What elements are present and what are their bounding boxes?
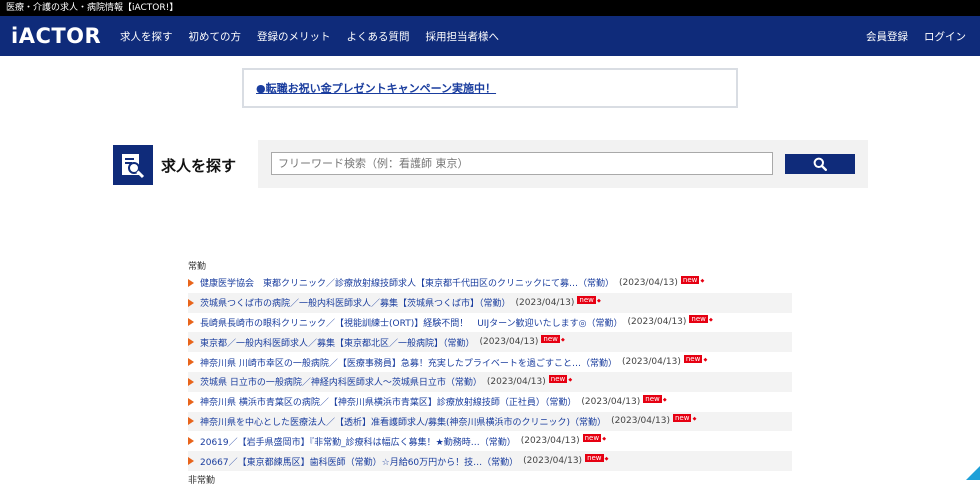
job-row: 長崎県長崎市の眼科クリニック／【視能訓練士(ORT)】経験不問！ UIJターン歓… [188,313,792,333]
search-heading: 求人を探す [113,145,236,185]
arrow-right-icon [188,299,194,307]
job-listing: 常勤 健康医学協会 東都クリニック／診療放射線技師求人【東京都千代田区のクリニッ… [188,261,792,471]
arrow-right-icon [188,318,194,326]
job-date: (2023/04/13) [487,377,546,387]
job-row: 健康医学協会 東都クリニック／診療放射線技師求人【東京都千代田区のクリニックにて… [188,273,792,293]
campaign-banner: ●転職お祝い金プレゼントキャンペーン実施中！ [242,68,738,108]
job-row: 神奈川県を中心とした医療法人／【透析】准看護師求人/募集(神奈川県横浜市のクリニ… [188,412,792,432]
arrow-right-icon [188,437,194,445]
job-date: (2023/04/13) [480,337,539,347]
nav-find-jobs[interactable]: 求人を探す [120,29,173,44]
new-badge: new [681,276,699,284]
job-title-link[interactable]: 茨城県 日立市の一般病院／神経内科医師求人～茨城県日立市（常勤） [200,375,482,388]
new-badge: new [643,395,661,403]
nav-links: 求人を探す 初めての方 登録のメリット よくある質問 採用担当者様へ [120,29,515,44]
job-title-link[interactable]: 茨城県つくば市の病院／一般内科医師求人／募集【茨城県つくば市】（常勤） [200,296,511,309]
job-row: 茨城県 日立市の一般病院／神経内科医師求人～茨城県日立市（常勤） (2023/0… [188,372,792,392]
nav-first-time[interactable]: 初めての方 [189,29,242,44]
new-badge: new [689,315,707,323]
arrow-right-icon [188,417,194,425]
nav-faq[interactable]: よくある質問 [347,29,410,44]
nav-account: 会員登録 ログイン [850,16,966,56]
job-row: 神奈川県 川崎市幸区の一般病院／【医療事務員】急募！充実したプライベートを過ごす… [188,352,792,372]
arrow-right-icon [188,279,194,287]
job-title-link[interactable]: 長崎県長崎市の眼科クリニック／【視能訓練士(ORT)】経験不問！ UIJターン歓… [200,316,623,329]
new-badge: new [577,296,595,304]
job-date: (2023/04/13) [523,456,582,466]
register-link[interactable]: 会員登録 [866,29,908,44]
arrow-right-icon [188,457,194,465]
job-title-link[interactable]: 健康医学協会 東都クリニック／診療放射線技師求人【東京都千代田区のクリニックにて… [200,276,614,289]
job-row: 神奈川県 横浜市青葉区の病院／【神奈川県横浜市青葉区】診療放射線技師（正社員）（… [188,392,792,412]
nav-merits[interactable]: 登録のメリット [257,29,331,44]
search-button[interactable] [785,154,855,174]
new-badge: new [673,414,691,422]
job-title-link[interactable]: 20619／【岩手県盛岡市】『非常勤_診療科は幅広く募集！★勤務時…（常勤） [200,435,516,448]
job-title-link[interactable]: 神奈川県を中心とした医療法人／【透析】准看護師求人/募集(神奈川県横浜市のクリニ… [200,415,606,428]
job-date: (2023/04/13) [622,357,681,367]
job-date: (2023/04/13) [611,416,670,426]
job-row: 20667／【東京都練馬区】歯科医師（常勤）☆月給60万円から！技…（常勤） (… [188,451,792,471]
campaign-link[interactable]: ●転職お祝い金プレゼントキャンペーン実施中！ [256,80,496,96]
new-badge: new [583,434,601,442]
new-badge: new [684,355,702,363]
magnifier-icon [813,157,827,171]
job-date: (2023/04/13) [521,436,580,446]
arrow-right-icon [188,378,194,386]
job-row: 茨城県つくば市の病院／一般内科医師求人／募集【茨城県つくば市】（常勤） (202… [188,293,792,313]
main-navigation: iACTOR 求人を探す 初めての方 登録のメリット よくある質問 採用担当者様… [0,16,980,56]
top-info-bar: 医療・介護の求人・病院情報【iACTOR!】 [0,0,980,16]
site-logo[interactable]: iACTOR [0,24,120,48]
search-input[interactable] [271,152,773,175]
search-title: 求人を探す [161,155,236,176]
nav-for-recruiters[interactable]: 採用担当者様へ [426,29,500,44]
job-date: (2023/04/13) [628,317,687,327]
job-search-icon [113,145,153,185]
job-row: 20619／【岩手県盛岡市】『非常勤_診療科は幅広く募集！★勤務時…（常勤） (… [188,431,792,451]
login-link[interactable]: ログイン [924,29,966,44]
arrow-right-icon [188,338,194,346]
job-title-link[interactable]: 20667／【東京都練馬区】歯科医師（常勤）☆月給60万円から！技…（常勤） [200,455,518,468]
job-date: (2023/04/13) [619,278,678,288]
job-title-link[interactable]: 神奈川県 横浜市青葉区の病院／【神奈川県横浜市青葉区】診療放射線技師（正社員）（… [200,395,576,408]
new-badge: new [585,454,603,462]
arrow-right-icon [188,398,194,406]
job-date: (2023/04/13) [516,298,575,308]
new-badge: new [541,335,559,343]
job-title-link[interactable]: 神奈川県 川崎市幸区の一般病院／【医療事務員】急募！充実したプライベートを過ごす… [200,356,617,369]
new-badge: new [549,375,567,383]
arrow-right-icon [188,358,194,366]
search-panel [258,140,868,188]
job-date: (2023/04/13) [581,397,640,407]
job-row: 東京都／一般内科医師求人／募集【東京都北区／一般病院】（常勤） (2023/04… [188,332,792,352]
job-title-link[interactable]: 東京都／一般内科医師求人／募集【東京都北区／一般病院】（常勤） [200,336,475,349]
resize-corner-icon[interactable] [966,466,980,480]
section-heading-fulltime: 常勤 [188,261,792,273]
